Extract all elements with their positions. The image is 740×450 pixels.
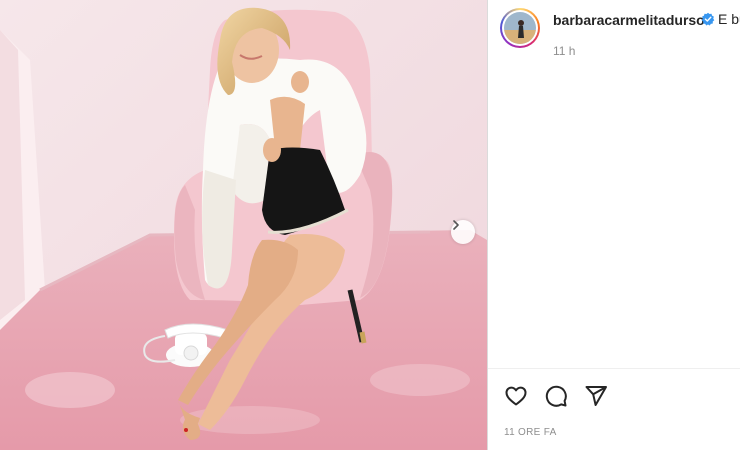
post-header: barbaracarmelitadurso E bu 11 h <box>488 0 740 60</box>
comment-button[interactable] <box>542 382 570 410</box>
share-button[interactable] <box>582 382 610 410</box>
actions-divider <box>488 368 740 369</box>
avatar-image <box>504 12 536 44</box>
avatar-photo-icon <box>504 12 536 44</box>
avatar-ring-gap <box>502 10 538 46</box>
post-side-panel: barbaracarmelitadurso E bu 11 h 11 ORE F… <box>488 0 740 450</box>
chevron-right-icon <box>453 220 459 230</box>
like-button[interactable] <box>502 382 530 410</box>
avatar[interactable] <box>500 8 540 48</box>
comment-bubble-icon <box>545 385 567 407</box>
username-link[interactable]: barbaracarmelitadurso <box>553 12 705 28</box>
verified-badge-icon <box>701 12 715 26</box>
heart-icon <box>505 386 527 406</box>
photo-illustration <box>0 0 487 450</box>
caption-text: E bu <box>718 11 740 27</box>
post-time[interactable]: 11 h <box>553 44 575 58</box>
paper-plane-icon <box>585 386 607 406</box>
post-date[interactable]: 11 ORE FA <box>504 427 557 438</box>
action-bar <box>488 378 740 414</box>
post-photo[interactable] <box>0 0 487 450</box>
next-photo-button[interactable] <box>451 220 475 244</box>
